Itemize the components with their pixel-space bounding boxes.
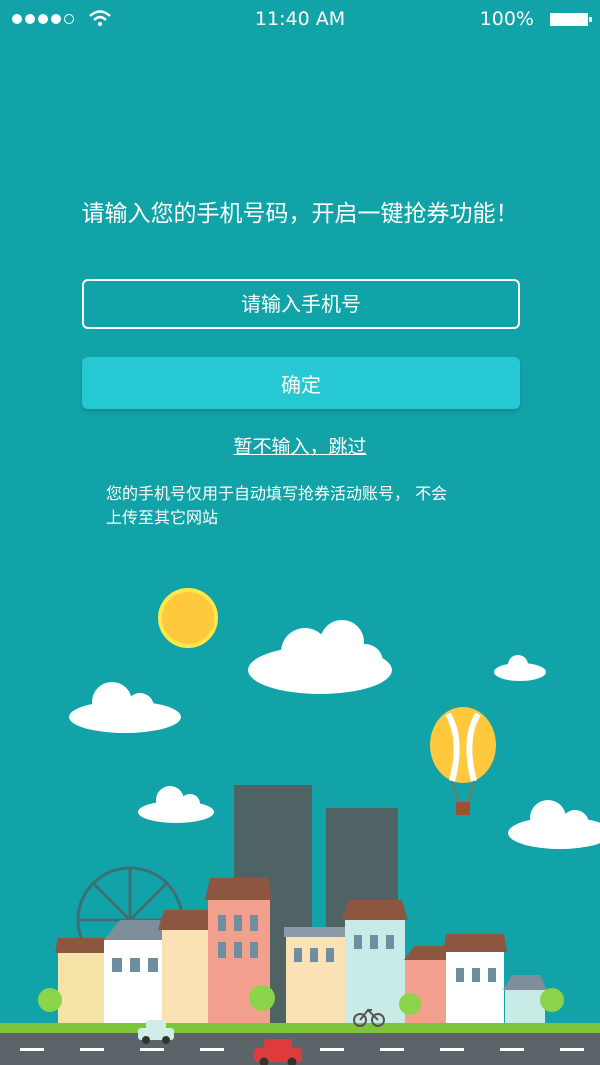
skip-link[interactable]: 暂不输入，跳过: [0, 432, 600, 459]
city-illustration: [0, 588, 600, 1065]
confirm-button[interactable]: 确定: [82, 357, 520, 409]
cloud-icon: [138, 786, 214, 823]
sun-icon: [158, 588, 218, 648]
cloud-icon: [508, 800, 600, 849]
page-headline: 请输入您的手机号码，开启一键抢券功能！: [81, 201, 519, 227]
cloud-icon: [69, 682, 181, 733]
battery-icon: [550, 13, 592, 26]
notice-line-2: 上传至其它网站: [106, 508, 219, 527]
hot-air-balloon-icon: [430, 707, 496, 815]
status-bar: 11:40 AM 100%: [0, 0, 600, 40]
notice-line-1: 您的手机号仅用于自动填写抢券活动账号， 不会: [106, 484, 448, 503]
privacy-notice: 您的手机号仅用于自动填写抢券活动账号， 不会 上传至其它网站: [106, 482, 516, 530]
cloud-icon: [494, 655, 546, 681]
cloud-icon: [248, 620, 392, 694]
phone-number-input[interactable]: [82, 279, 520, 329]
battery-percent: 100%: [479, 8, 534, 30]
